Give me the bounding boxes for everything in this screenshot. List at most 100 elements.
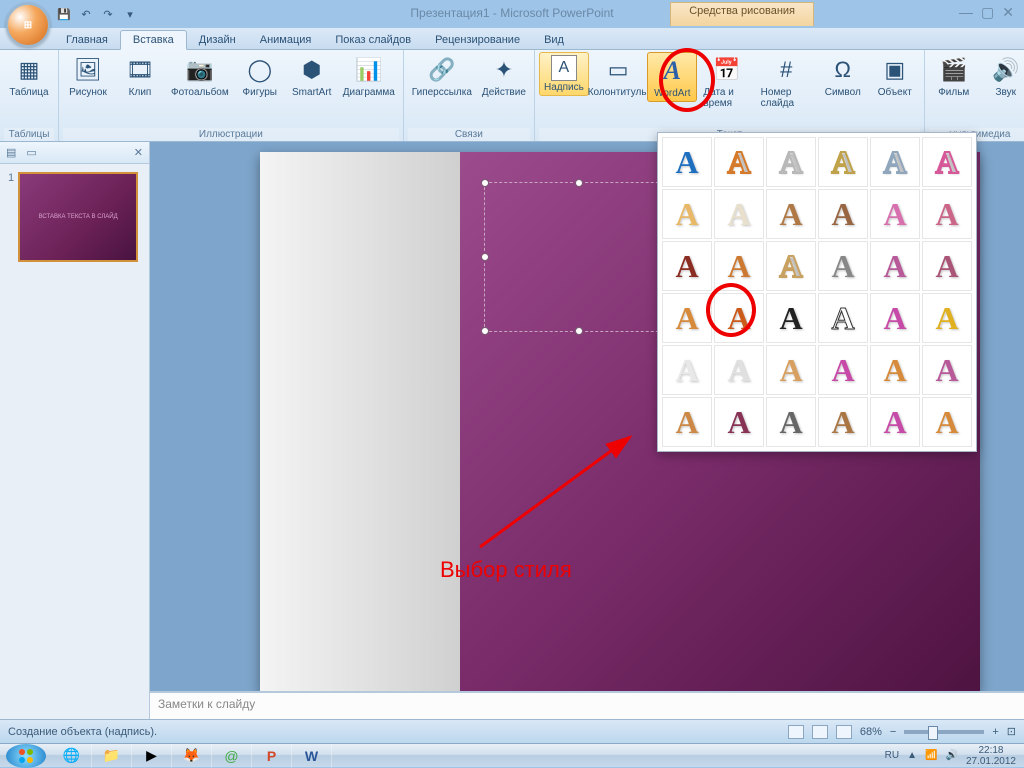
text-frame[interactable] bbox=[484, 182, 674, 332]
wordart-style-19[interactable]: A bbox=[714, 293, 764, 343]
ribbon-Диаграмма[interactable]: 📊Диаграмма bbox=[339, 52, 399, 100]
ribbon-Звук[interactable]: 🔊Звук bbox=[981, 52, 1024, 100]
wordart-style-8[interactable]: A bbox=[766, 189, 816, 239]
ribbon-group-Иллюстрации: 🖼Рисунок🎞Клип📷Фотоальбом◯Фигуры⬢SmartArt… bbox=[59, 50, 404, 141]
wordart-style-18[interactable]: A bbox=[662, 293, 712, 343]
contextual-tab-drawing[interactable]: Средства рисования bbox=[670, 2, 814, 26]
ribbon-Объект[interactable]: ▣Объект bbox=[870, 52, 920, 100]
wordart-style-16[interactable]: A bbox=[870, 241, 920, 291]
start-button[interactable] bbox=[6, 744, 46, 768]
sorter-view-button[interactable] bbox=[812, 725, 828, 739]
ribbon-Таблица[interactable]: ▦Таблица bbox=[4, 52, 54, 100]
ribbon-Клип[interactable]: 🎞Клип bbox=[115, 52, 165, 100]
wordart-style-15[interactable]: A bbox=[818, 241, 868, 291]
close-button[interactable]: ✕ bbox=[1002, 4, 1014, 21]
office-button[interactable]: ⊞ bbox=[6, 3, 50, 47]
undo-icon[interactable]: ↶ bbox=[78, 6, 94, 22]
zoom-in-button[interactable]: + bbox=[992, 726, 998, 738]
ribbon: ▦ТаблицаТаблицы🖼Рисунок🎞Клип📷Фотоальбом◯… bbox=[0, 50, 1024, 142]
wordart-style-12[interactable]: A bbox=[662, 241, 712, 291]
ribbon-Фотоальбом[interactable]: 📷Фотоальбом bbox=[167, 52, 233, 100]
wordart-style-1[interactable]: A bbox=[714, 137, 764, 187]
tab-анимация[interactable]: Анимация bbox=[248, 31, 324, 49]
ribbon-Рисунок[interactable]: 🖼Рисунок bbox=[63, 52, 113, 100]
title-bar: ⊞ 💾 ↶ ↷ ▾ Презентация1 - Microsoft Power… bbox=[0, 0, 1024, 28]
wordart-style-35[interactable]: A bbox=[922, 397, 972, 447]
wordart-style-26[interactable]: A bbox=[766, 345, 816, 395]
wordart-style-3[interactable]: A bbox=[818, 137, 868, 187]
wordart-style-2[interactable]: A bbox=[766, 137, 816, 187]
tab-дизайн[interactable]: Дизайн bbox=[187, 31, 248, 49]
wordart-style-0[interactable]: A bbox=[662, 137, 712, 187]
tab-вид[interactable]: Вид bbox=[532, 31, 576, 49]
wordart-style-22[interactable]: A bbox=[870, 293, 920, 343]
ribbon-SmartArt[interactable]: ⬢SmartArt bbox=[287, 52, 337, 100]
slideshow-view-button[interactable] bbox=[836, 725, 852, 739]
tab-главная[interactable]: Главная bbox=[54, 31, 120, 49]
minimize-button[interactable]: — bbox=[959, 4, 973, 21]
wordart-style-11[interactable]: A bbox=[922, 189, 972, 239]
ribbon-Символ[interactable]: ΩСимвол bbox=[818, 52, 868, 100]
ribbon-Гиперссылка[interactable]: 🔗Гиперссылка bbox=[408, 52, 476, 100]
redo-icon[interactable]: ↷ bbox=[100, 6, 116, 22]
wordart-style-27[interactable]: A bbox=[818, 345, 868, 395]
wordart-style-24[interactable]: A bbox=[662, 345, 712, 395]
wordart-style-23[interactable]: A bbox=[922, 293, 972, 343]
ribbon-Дата и время[interactable]: 📅Дата и время bbox=[699, 52, 754, 111]
fit-window-button[interactable]: ⊡ bbox=[1007, 725, 1016, 738]
wordart-style-25[interactable]: A bbox=[714, 345, 764, 395]
close-pane-icon[interactable]: ✕ bbox=[134, 146, 143, 159]
wordart-style-5[interactable]: A bbox=[922, 137, 972, 187]
tray-clock[interactable]: 22:1827.01.2012 bbox=[966, 745, 1016, 767]
notes-pane[interactable]: Заметки к слайду bbox=[150, 691, 1024, 719]
tray-flag-icon[interactable]: ▲ bbox=[907, 750, 917, 761]
wordart-style-30[interactable]: A bbox=[662, 397, 712, 447]
wordart-style-14[interactable]: A bbox=[766, 241, 816, 291]
wordart-style-13[interactable]: A bbox=[714, 241, 764, 291]
ribbon-Надпись[interactable]: AНадпись bbox=[539, 52, 589, 96]
wordart-style-20[interactable]: A bbox=[766, 293, 816, 343]
maximize-button[interactable]: ▢ bbox=[981, 4, 994, 21]
wordart-style-17[interactable]: A bbox=[922, 241, 972, 291]
wordart-style-4[interactable]: A bbox=[870, 137, 920, 187]
tray-network-icon[interactable]: 📶 bbox=[925, 750, 937, 761]
taskbar-explorer[interactable]: 📁 bbox=[92, 744, 132, 768]
slide-thumbnail-1[interactable]: 1 ВСТАВКА ТЕКСТА В СЛАЙД bbox=[8, 172, 141, 262]
wordart-style-32[interactable]: A bbox=[766, 397, 816, 447]
normal-view-button[interactable] bbox=[788, 725, 804, 739]
tab-рецензирование[interactable]: Рецензирование bbox=[423, 31, 532, 49]
wordart-style-33[interactable]: A bbox=[818, 397, 868, 447]
taskbar-powerpoint[interactable]: P bbox=[252, 744, 292, 768]
tray-volume-icon[interactable]: 🔊 bbox=[945, 750, 957, 761]
zoom-out-button[interactable]: − bbox=[890, 726, 896, 738]
ribbon-Номер слайда[interactable]: #Номер слайда bbox=[757, 52, 816, 111]
wordart-style-34[interactable]: A bbox=[870, 397, 920, 447]
ribbon-Колонтитулы[interactable]: ▭Колонтитулы bbox=[591, 52, 645, 100]
taskbar-media[interactable]: ▶ bbox=[132, 744, 172, 768]
wordart-style-21[interactable]: A bbox=[818, 293, 868, 343]
wordart-style-10[interactable]: A bbox=[870, 189, 920, 239]
wordart-style-7[interactable]: A bbox=[714, 189, 764, 239]
taskbar-firefox[interactable]: 🦊 bbox=[172, 744, 212, 768]
slides-view-icon[interactable]: ▭ bbox=[26, 146, 36, 159]
taskbar-word[interactable]: W bbox=[292, 744, 332, 768]
ribbon-Действие[interactable]: ✦Действие bbox=[478, 52, 530, 100]
slide-thumbnails-pane: ▤ ▭ ✕ 1 ВСТАВКА ТЕКСТА В СЛАЙД bbox=[0, 142, 150, 719]
ribbon-Фильм[interactable]: 🎬Фильм bbox=[929, 52, 979, 100]
ribbon-Фигуры[interactable]: ◯Фигуры bbox=[235, 52, 285, 100]
tab-вставка[interactable]: Вставка bbox=[120, 30, 187, 50]
wordart-style-28[interactable]: A bbox=[870, 345, 920, 395]
tab-показ слайдов[interactable]: Показ слайдов bbox=[323, 31, 423, 49]
outline-view-icon[interactable]: ▤ bbox=[6, 146, 16, 159]
ribbon-WordArt[interactable]: AWordArt bbox=[647, 52, 697, 102]
wordart-style-6[interactable]: A bbox=[662, 189, 712, 239]
wordart-style-29[interactable]: A bbox=[922, 345, 972, 395]
taskbar-mail[interactable]: @ bbox=[212, 744, 252, 768]
qat-dropdown-icon[interactable]: ▾ bbox=[122, 6, 138, 22]
taskbar-ie[interactable]: 🌐 bbox=[52, 744, 92, 768]
wordart-style-31[interactable]: A bbox=[714, 397, 764, 447]
tray-lang[interactable]: RU bbox=[885, 750, 899, 761]
zoom-slider[interactable] bbox=[904, 730, 984, 734]
wordart-style-9[interactable]: A bbox=[818, 189, 868, 239]
save-icon[interactable]: 💾 bbox=[56, 6, 72, 22]
